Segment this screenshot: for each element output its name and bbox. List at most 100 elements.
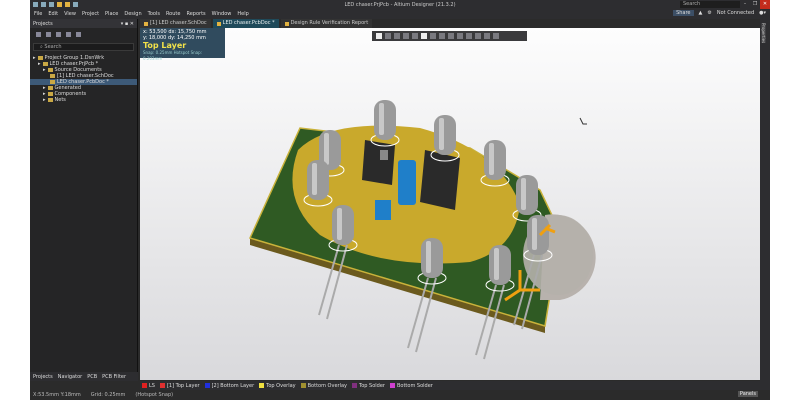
gear-icon[interactable] bbox=[76, 32, 81, 37]
panel-tab-0[interactable]: Projects bbox=[33, 374, 53, 380]
project-search-input[interactable]: ⌕ Search bbox=[33, 43, 134, 51]
open-icon[interactable] bbox=[66, 32, 71, 37]
layer-tab[interactable]: Bottom Overlay bbox=[300, 382, 347, 389]
document-tab[interactable]: Design Rule Verification Report bbox=[280, 19, 373, 28]
expand-arrow-icon[interactable]: ▸ bbox=[38, 61, 41, 67]
tree-item[interactable]: ▸ Nets bbox=[30, 97, 137, 103]
notifications-icon[interactable]: ▲ bbox=[699, 10, 703, 16]
menu-place[interactable]: Place bbox=[105, 11, 118, 17]
status-bar: X:53.5mm Y:18mm Grid: 0.25mm (Hotspot Sn… bbox=[30, 390, 770, 400]
add-icon[interactable] bbox=[394, 33, 400, 39]
pcb-3d-canvas[interactable] bbox=[140, 28, 760, 380]
align-icon[interactable] bbox=[430, 33, 436, 39]
select-icon[interactable] bbox=[403, 33, 409, 39]
properties-tab[interactable]: Properties bbox=[761, 23, 766, 44]
pin-icon[interactable] bbox=[448, 33, 454, 39]
panel-title: Projects bbox=[33, 20, 53, 27]
folder-icon bbox=[50, 80, 55, 84]
menu-file[interactable]: File bbox=[34, 11, 42, 17]
panels-button[interactable]: Panels bbox=[737, 391, 758, 397]
minimize-button[interactable]: – bbox=[740, 0, 750, 9]
layer-color-swatch bbox=[259, 383, 265, 388]
layer-color-swatch bbox=[300, 383, 306, 388]
document-tab-label: LED chaser.PcbDoc * bbox=[222, 20, 275, 26]
window-title: LED chaser.PrjPcb - Altium Designer (21.… bbox=[344, 1, 456, 8]
settings-icon[interactable]: ⚙ bbox=[707, 10, 711, 16]
layer-tab[interactable]: Bottom Solder bbox=[389, 382, 433, 389]
maximize-button[interactable]: ❐ bbox=[750, 0, 760, 9]
user-icon[interactable]: ●▾ bbox=[759, 10, 766, 16]
layer-color-swatch bbox=[352, 383, 357, 388]
close-button[interactable]: ✕ bbox=[760, 0, 770, 9]
share-button[interactable]: Share bbox=[673, 10, 694, 16]
menu-window[interactable]: Window bbox=[212, 11, 232, 17]
folder-icon bbox=[47, 86, 53, 90]
grid-icon[interactable] bbox=[439, 33, 445, 39]
dimension-icon[interactable] bbox=[466, 33, 472, 39]
folder-icon[interactable] bbox=[56, 32, 61, 37]
panel-controls[interactable]: ▾ ▪ ✕ bbox=[121, 21, 134, 27]
tree-item-label: Nets bbox=[54, 97, 66, 103]
layer-tabs: LS [1] Top Layer [2] Bottom Layer Top Overl… bbox=[140, 381, 760, 390]
connection-status[interactable]: Not Connected bbox=[717, 10, 754, 16]
layer-label: [2] Bottom Layer bbox=[211, 382, 255, 389]
folder-icon bbox=[50, 74, 55, 78]
save-project-icon[interactable] bbox=[36, 32, 41, 37]
folder-icon bbox=[42, 62, 48, 66]
menu-bar: File Edit View Project Place Design Tools Route… bbox=[30, 9, 770, 19]
document-tab[interactable]: LED chaser.PcbDoc * bbox=[212, 19, 279, 28]
polygon-icon[interactable] bbox=[457, 33, 463, 39]
panel-tab-1[interactable]: Navigator bbox=[58, 374, 82, 380]
menu-route[interactable]: Route bbox=[166, 11, 181, 17]
heads-up-display: x: 53,500 dx: 15,750 mm y: 18,000 dy: 14… bbox=[140, 28, 225, 61]
layer-label: Top Overlay bbox=[266, 382, 296, 389]
folder-icon bbox=[37, 56, 43, 60]
right-panel-strip: Properties bbox=[760, 19, 770, 390]
layer-tab[interactable]: [2] Bottom Layer bbox=[204, 382, 255, 389]
layer-tab[interactable]: Top Overlay bbox=[259, 382, 296, 389]
expand-arrow-icon[interactable]: ▸ bbox=[43, 97, 46, 103]
text-icon[interactable] bbox=[484, 33, 490, 39]
panel-tab-2[interactable]: PCB bbox=[87, 374, 97, 380]
filter-icon[interactable] bbox=[376, 33, 382, 39]
hand-cursor-icon bbox=[579, 117, 587, 125]
menu-tools[interactable]: Tools bbox=[148, 11, 160, 17]
document-icon bbox=[284, 21, 289, 26]
menu-design[interactable]: Design bbox=[124, 11, 141, 17]
status-snap: (Hotspot Snap) bbox=[135, 392, 174, 398]
layer-tab[interactable]: [1] Top Layer bbox=[159, 382, 200, 389]
hud-layer: Top Layer bbox=[143, 41, 187, 50]
expand-arrow-icon[interactable]: ▸ bbox=[33, 55, 36, 61]
layer-label: [1] Top Layer bbox=[166, 382, 200, 389]
layer-color-swatch bbox=[389, 383, 395, 388]
global-search[interactable]: Search bbox=[680, 1, 740, 8]
title-bar: LED chaser.PrjPcb - Altium Designer (21.… bbox=[30, 0, 770, 9]
document-tab-label: Design Rule Verification Report bbox=[290, 20, 369, 26]
layer-tab[interactable]: LS bbox=[142, 383, 155, 389]
fill-icon[interactable] bbox=[421, 33, 427, 39]
search-placeholder: Search bbox=[44, 44, 62, 50]
panel-tab-3[interactable]: PCB Filter bbox=[102, 374, 126, 380]
expand-arrow-icon[interactable]: ▸ bbox=[43, 67, 46, 73]
route-icon[interactable] bbox=[385, 33, 391, 39]
status-grid: Grid: 0.25mm bbox=[90, 392, 126, 398]
component-icon[interactable] bbox=[412, 33, 418, 39]
layer-label: Bottom Overlay bbox=[307, 382, 347, 389]
hud-snap: Snap: 0.25mm Hotspot Snap: 0.203mm bbox=[143, 50, 202, 61]
project-options-icon[interactable] bbox=[46, 32, 51, 37]
keepout-icon[interactable] bbox=[475, 33, 481, 39]
layer-color-swatch bbox=[142, 383, 147, 388]
panel-tabs: Projects Navigator PCB PCB Filter bbox=[30, 372, 138, 381]
layer-tab[interactable]: Top Solder bbox=[352, 383, 385, 389]
menu-reports[interactable]: Reports bbox=[186, 11, 205, 17]
menu-view[interactable]: View bbox=[64, 11, 76, 17]
menu-help[interactable]: Help bbox=[237, 11, 248, 17]
menu-project[interactable]: Project bbox=[82, 11, 99, 17]
active-bar bbox=[372, 31, 527, 41]
document-tab[interactable]: [1] LED chaser.SchDoc bbox=[140, 19, 211, 28]
menu-edit[interactable]: Edit bbox=[48, 11, 58, 17]
pcb-3d-view bbox=[248, 100, 596, 360]
layer-label: Bottom Solder bbox=[396, 382, 433, 389]
line-icon[interactable] bbox=[493, 33, 499, 39]
document-tab-label: [1] LED chaser.SchDoc bbox=[150, 20, 207, 26]
